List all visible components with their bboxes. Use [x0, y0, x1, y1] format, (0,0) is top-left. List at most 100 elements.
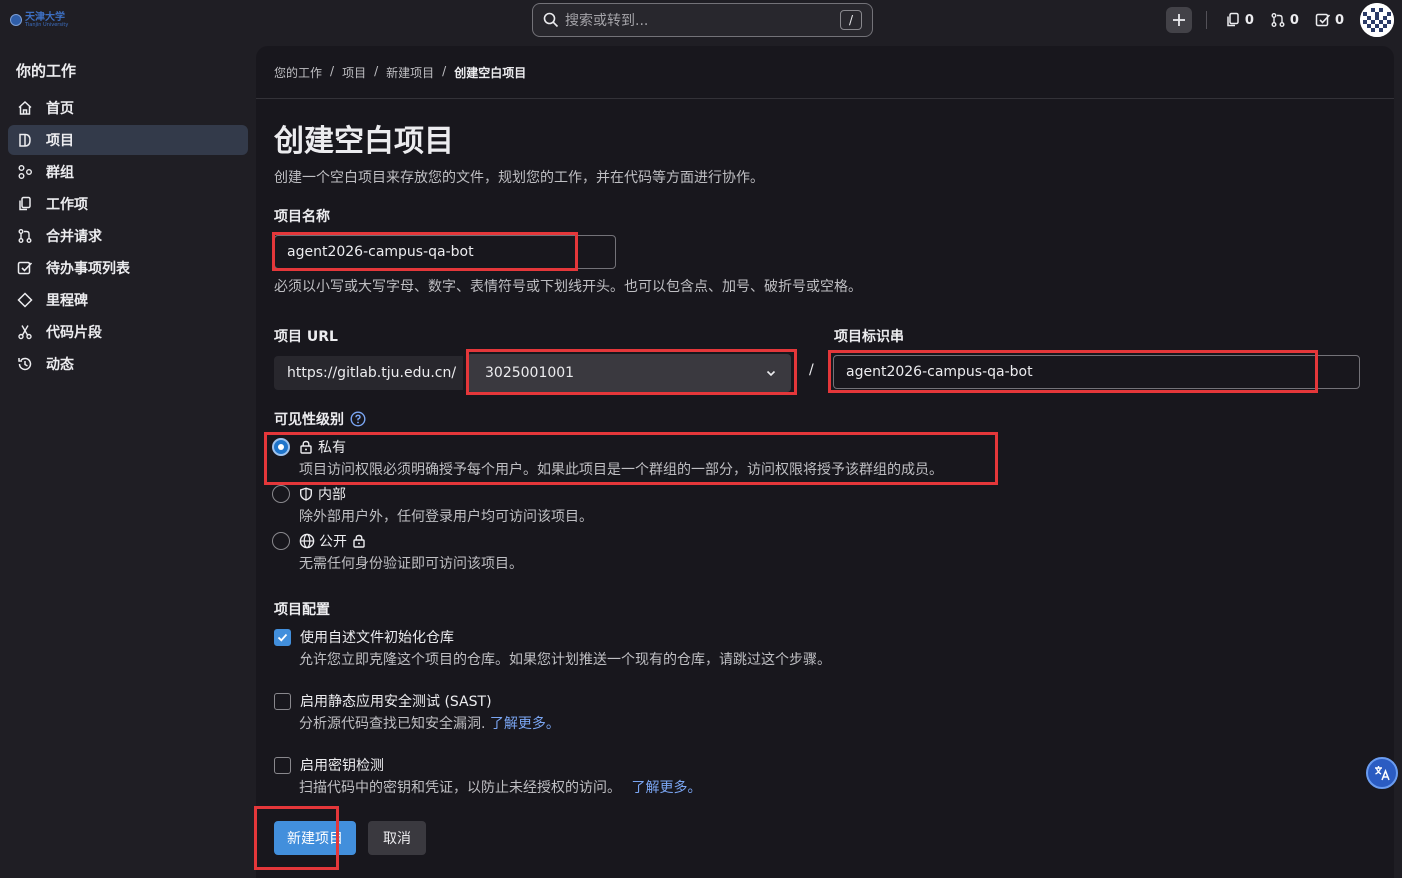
visibility-private-radio[interactable]	[272, 438, 290, 456]
search-bar[interactable]: 搜索或转到... /	[532, 3, 873, 37]
sidebar-item-work-items[interactable]: 工作项	[8, 189, 248, 219]
snippet-icon	[16, 323, 34, 341]
breadcrumb-projects[interactable]: 项目	[342, 64, 366, 81]
tju-emblem-icon	[10, 14, 22, 26]
home-icon	[16, 99, 34, 117]
sidebar-item-label: 项目	[46, 133, 74, 149]
divider	[1205, 11, 1207, 29]
config-readme-option[interactable]: 使用自述文件初始化仓库	[274, 627, 454, 647]
project-slug-input[interactable]: agent2026-campus-qa-bot	[833, 355, 1360, 389]
sidebar-item-projects[interactable]: 项目	[8, 125, 248, 155]
secret-detection-desc-row: 扫描代码中的密钥和凭证，以防止未经授权的访问。 了解更多。	[299, 777, 701, 797]
visibility-public-radio[interactable]	[272, 532, 290, 550]
visibility-private-label: 私有	[318, 440, 346, 456]
project-name-label: 项目名称	[274, 209, 330, 225]
sidebar: 你的工作 首页 项目 群组 工作项 合并请求 待办事项列表 里程碑 代码片段 动…	[0, 44, 256, 878]
sidebar-nav: 首页 项目 群组 工作项 合并请求 待办事项列表 里程碑 代码片段 动态	[8, 93, 248, 381]
breadcrumb-your-work[interactable]: 您的工作	[274, 64, 322, 81]
sidebar-item-label: 群组	[46, 165, 74, 181]
group-icon	[16, 163, 34, 181]
visibility-private-option[interactable]: 私有	[272, 437, 346, 457]
sidebar-item-activity[interactable]: 动态	[8, 349, 248, 379]
issues-counter-button[interactable]: 0	[1221, 12, 1258, 28]
logo-line2: Tianjin University	[25, 21, 69, 28]
todos-counter-button[interactable]: 0	[1311, 12, 1348, 28]
url-slash: /	[809, 362, 814, 378]
secret-detection-desc: 扫描代码中的密钥和凭证，以防止未经授权的访问。	[299, 780, 621, 796]
sidebar-item-label: 合并请求	[46, 229, 102, 245]
create-new-button[interactable]	[1165, 7, 1192, 33]
plus-icon	[1172, 14, 1185, 26]
sidebar-item-milestones[interactable]: 里程碑	[8, 285, 248, 315]
sidebar-item-label: 首页	[46, 101, 74, 117]
issues-icon	[16, 195, 34, 213]
sast-learn-more-link[interactable]: 了解更多。	[490, 716, 560, 732]
todo-icon	[1315, 13, 1331, 27]
merge-requests-counter-button[interactable]: 0	[1266, 12, 1303, 28]
globe-icon	[299, 533, 315, 549]
sidebar-item-todos[interactable]: 待办事项列表	[8, 253, 248, 283]
secret-detection-checkbox[interactable]	[274, 756, 291, 774]
user-avatar[interactable]	[1360, 3, 1394, 37]
namespace-select[interactable]: 3025001001	[467, 354, 791, 392]
logo-line1: 天津大学	[25, 11, 65, 23]
shield-icon	[300, 487, 312, 501]
sidebar-item-groups[interactable]: 群组	[8, 157, 248, 187]
readme-label: 使用自述文件初始化仓库	[300, 630, 454, 646]
lock-icon	[353, 534, 365, 548]
config-secret-detection-option[interactable]: 启用密钥检测	[274, 755, 384, 775]
chevron-down-icon	[766, 370, 776, 377]
todos-count: 0	[1334, 12, 1344, 28]
project-url-label: 项目 URL	[274, 329, 338, 345]
page-description: 创建一个空白项目来存放您的文件，规划您的工作，并在代码等方面进行协作。	[274, 170, 764, 186]
sast-desc-row: 分析源代码查找已知安全漏洞. 了解更多。	[299, 713, 560, 733]
sast-label: 启用静态应用安全测试 (SAST)	[300, 694, 492, 710]
translate-float-button[interactable]	[1366, 757, 1398, 789]
translate-icon	[1375, 766, 1390, 781]
visibility-internal-desc: 除外部用户外，任何登录用户均可访问该项目。	[299, 509, 593, 525]
project-icon	[16, 131, 34, 149]
readme-checkbox[interactable]	[274, 628, 291, 646]
check-icon	[277, 633, 288, 642]
url-prefix: https://gitlab.tju.edu.cn/	[274, 356, 463, 390]
sidebar-item-label: 里程碑	[46, 293, 88, 309]
secret-detection-learn-more-link[interactable]: 了解更多。	[631, 780, 701, 796]
sidebar-item-snippets[interactable]: 代码片段	[8, 317, 248, 347]
avatar-pattern-icon	[1360, 3, 1394, 37]
top-right-actions: 0 0 0	[1165, 2, 1394, 38]
milestone-icon	[16, 291, 34, 309]
visibility-internal-radio[interactable]	[272, 485, 290, 503]
search-icon	[543, 12, 559, 28]
issues-icon	[1227, 12, 1239, 27]
readme-desc: 允许您立即克隆这个项目的仓库。如果您计划推送一个现有的仓库，请跳过这个步骤。	[299, 652, 831, 668]
scrollbar[interactable]	[1394, 46, 1402, 878]
project-name-input[interactable]: agent2026-campus-qa-bot	[274, 235, 616, 269]
create-project-button[interactable]: 新建项目	[274, 821, 356, 855]
issues-count: 0	[1244, 12, 1254, 28]
sidebar-item-label: 待办事项列表	[46, 261, 130, 277]
breadcrumb-new-project[interactable]: 新建项目	[386, 64, 434, 81]
top-bar: 天津大学 Tianjin University 搜索或转到... / 0 0 0	[0, 0, 1402, 44]
main-panel: 您的工作 / 项目 / 新建项目 / 创建空白项目 创建空白项目 创建一个空白项…	[254, 46, 1394, 878]
sidebar-item-label: 代码片段	[46, 325, 102, 341]
history-icon	[16, 355, 34, 373]
todo-icon	[16, 259, 34, 277]
config-sast-option[interactable]: 启用静态应用安全测试 (SAST)	[274, 691, 492, 711]
cancel-button[interactable]: 取消	[368, 821, 426, 855]
sast-checkbox[interactable]	[274, 692, 291, 710]
visibility-public-label: 公开	[319, 534, 347, 550]
visibility-label: 可见性级别	[274, 409, 366, 429]
project-config-label: 项目配置	[274, 602, 330, 618]
visibility-internal-option[interactable]: 内部	[272, 484, 346, 504]
header-divider	[256, 98, 1394, 99]
sidebar-item-home[interactable]: 首页	[8, 93, 248, 123]
tju-logo[interactable]: 天津大学 Tianjin University	[10, 10, 72, 30]
sidebar-item-merge-requests[interactable]: 合并请求	[8, 221, 248, 251]
lock-icon	[300, 440, 312, 454]
namespace-value: 3025001001	[485, 365, 575, 381]
visibility-public-desc: 无需任何身份验证即可访问该项目。	[299, 556, 523, 572]
visibility-public-option[interactable]: 公开	[272, 531, 366, 551]
breadcrumb-current[interactable]: 创建空白项目	[454, 64, 526, 81]
sidebar-title: 你的工作	[16, 62, 77, 80]
question-circle-icon[interactable]	[350, 411, 366, 427]
